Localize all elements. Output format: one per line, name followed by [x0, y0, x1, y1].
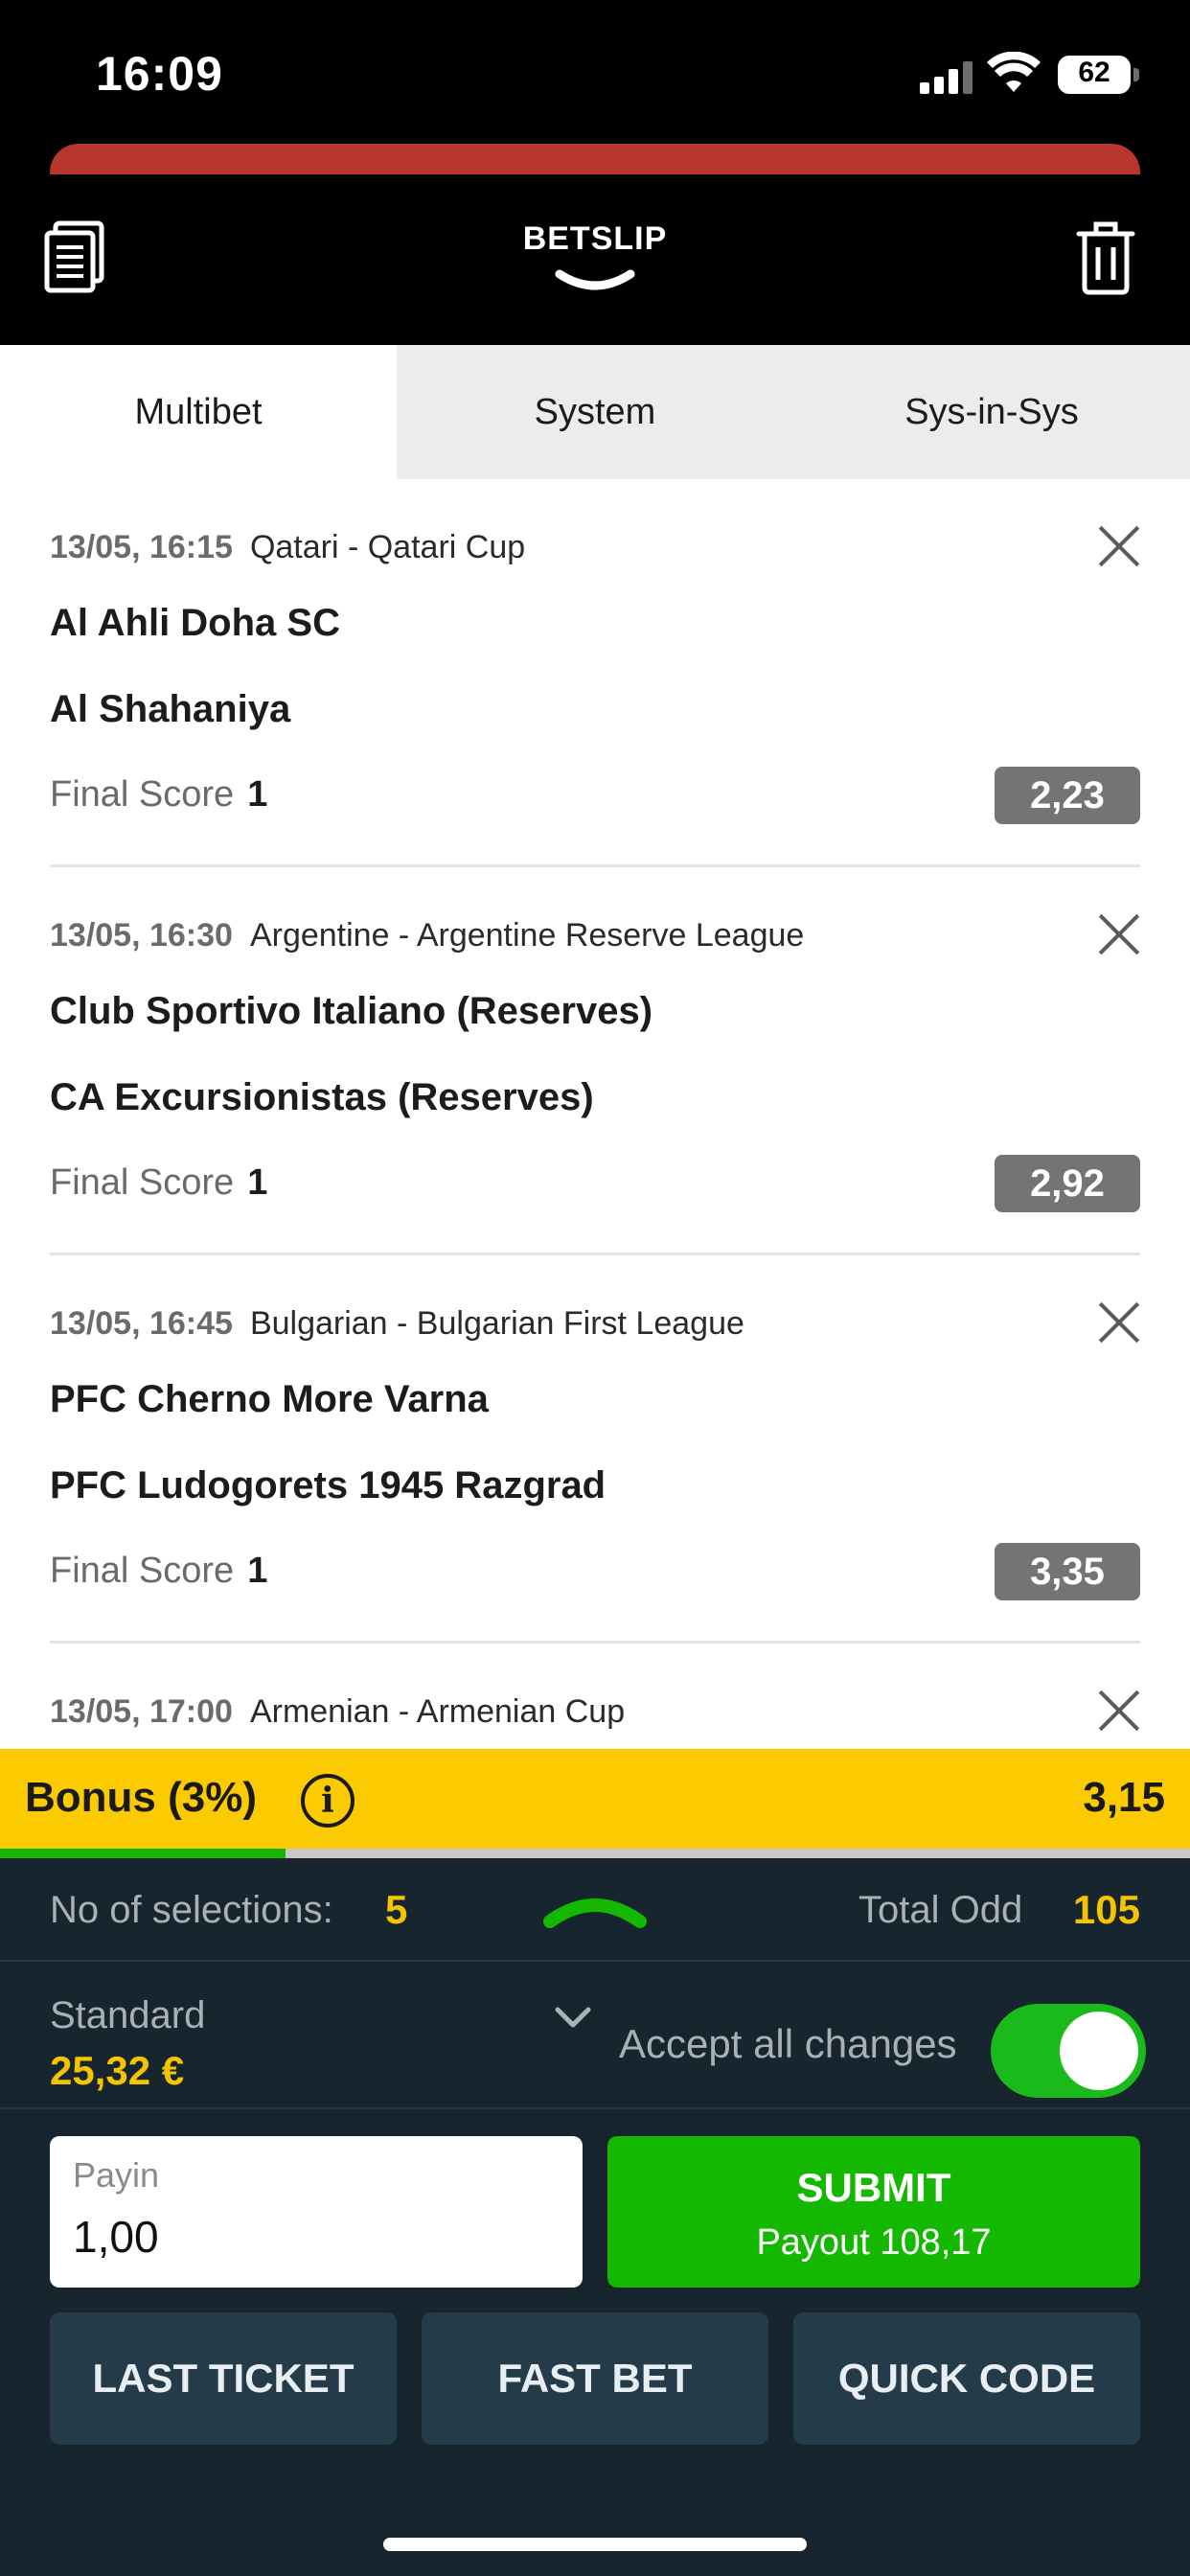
status-time: 16:09 [96, 47, 223, 101]
payin-input[interactable]: 1,00 [73, 2211, 159, 2263]
payin-field[interactable]: Payin 1,00 [50, 2136, 583, 2288]
betslip-title[interactable]: BETSLIP [0, 220, 1190, 258]
chevron-down-icon[interactable] [554, 2004, 592, 2031]
selection-market: Final Score [50, 1551, 235, 1591]
selections-count-label: No of selections: [50, 1889, 333, 1931]
bet-type-tabs: Multibet System Sys-in-Sys [0, 345, 1190, 479]
selection-pick: 1 [247, 774, 268, 815]
action-buttons: LAST TICKET FAST BET QUICK CODE [50, 2312, 1140, 2445]
fast-bet-button[interactable]: FAST BET [422, 2312, 768, 2445]
submit-button[interactable]: SUBMIT Payout 108,17 [607, 2136, 1140, 2288]
toggle-knob [1060, 2012, 1138, 2090]
bonus-bar: Bonus (3%) i 3,15 [0, 1749, 1190, 1849]
bonus-progress-fill [0, 1849, 286, 1858]
selection-pick: 1 [247, 1551, 268, 1591]
chevron-up-icon[interactable] [537, 1885, 653, 1933]
stake-type-label: Standard [50, 1994, 206, 2036]
selection-datetime: 13/05, 17:00 [50, 1693, 233, 1730]
selection-team-away: PFC Ludogorets 1945 Razgrad [50, 1464, 606, 1506]
selection-team-away: CA Excursionistas (Reserves) [50, 1076, 594, 1118]
selections-list[interactable]: 13/05, 16:15 Qatari - Qatari Cup Al Ahli … [0, 479, 1190, 1749]
selection-odd: 3,35 [995, 1543, 1140, 1600]
selection-market: Final Score [50, 1162, 235, 1203]
bet-summary-panel: No of selections: 5 Total Odd 105 Standa… [0, 1858, 1190, 2576]
tab-system[interactable]: System [397, 345, 793, 479]
selection-league: Armenian - Armenian Cup [249, 1693, 626, 1730]
total-odd-label: Total Odd [858, 1889, 1023, 1931]
chevron-down-icon[interactable] [554, 268, 636, 297]
selection-datetime: 13/05, 16:30 [50, 917, 233, 954]
selection-datetime: 13/05, 16:45 [50, 1305, 233, 1342]
trash-icon[interactable] [1075, 218, 1136, 295]
tab-sys-in-sys[interactable]: Sys-in-Sys [793, 345, 1190, 479]
betslip-header: BETSLIP [0, 144, 1190, 345]
selection-item: 13/05, 16:15 Qatari - Qatari Cup Al Ahli … [50, 479, 1140, 867]
remove-selection-close-icon[interactable] [1098, 1301, 1140, 1344]
selection-team-home: Al Ahli Doha SC [50, 602, 340, 644]
selection-odd: 2,23 [995, 767, 1140, 824]
accept-changes-label: Accept all changes [619, 2021, 957, 2066]
header-accent-strip [50, 144, 1140, 174]
battery-level: 62 [1078, 57, 1110, 88]
last-ticket-button[interactable]: LAST TICKET [50, 2312, 397, 2445]
battery-icon: 62 [1058, 56, 1139, 94]
total-odd-value: 105 [1072, 1887, 1140, 1932]
submit-payout: Payout 108,17 [756, 2222, 992, 2263]
remove-selection-close-icon[interactable] [1098, 525, 1140, 567]
tab-multibet[interactable]: Multibet [0, 345, 397, 479]
cellular-signal-icon [920, 59, 973, 94]
selection-team-away: Al Shahaniya [50, 688, 291, 730]
selection-team-home: Club Sportivo Italiano (Reserves) [50, 990, 653, 1032]
selection-item: 13/05, 16:45 Bulgarian - Bulgarian First … [50, 1255, 1140, 1644]
summary-row: No of selections: 5 Total Odd 105 [0, 1858, 1190, 1962]
home-indicator[interactable] [383, 2538, 807, 2551]
remove-selection-close-icon[interactable] [1098, 913, 1140, 955]
status-bar: 16:09 62 [0, 0, 1190, 144]
stake-type-amount: 25,32 € [50, 2048, 185, 2093]
bonus-label: Bonus (3%) [25, 1774, 257, 1821]
selection-datetime: 13/05, 16:15 [50, 529, 233, 565]
selection-league: Argentine - Argentine Reserve League [249, 917, 805, 954]
selection-odd: 2,92 [995, 1155, 1140, 1212]
selection-league: Bulgarian - Bulgarian First League [249, 1305, 744, 1342]
stake-options-row: Standard 25,32 € Accept all changes [0, 1964, 1190, 2109]
selection-item: 13/05, 16:30 Argentine - Argentine Reserv… [50, 867, 1140, 1255]
bonus-value: 3,15 [1083, 1774, 1165, 1821]
selection-market: Final Score [50, 774, 235, 815]
selection-pick: 1 [247, 1162, 268, 1203]
selection-league: Qatari - Qatari Cup [249, 529, 526, 565]
payin-label: Payin [73, 2155, 160, 2195]
bonus-progress-bar [0, 1849, 1190, 1858]
accept-changes-toggle[interactable] [991, 2004, 1146, 2098]
selections-count: 5 [385, 1887, 408, 1932]
quick-code-button[interactable]: QUICK CODE [793, 2312, 1140, 2445]
remove-selection-close-icon[interactable] [1098, 1690, 1140, 1732]
wifi-icon [987, 52, 1041, 92]
submit-label: SUBMIT [796, 2165, 951, 2210]
info-icon[interactable]: i [301, 1774, 355, 1828]
selection-item: 13/05, 17:00 Armenian - Armenian Cup [50, 1644, 1140, 1749]
selection-team-home: PFC Cherno More Varna [50, 1378, 489, 1420]
